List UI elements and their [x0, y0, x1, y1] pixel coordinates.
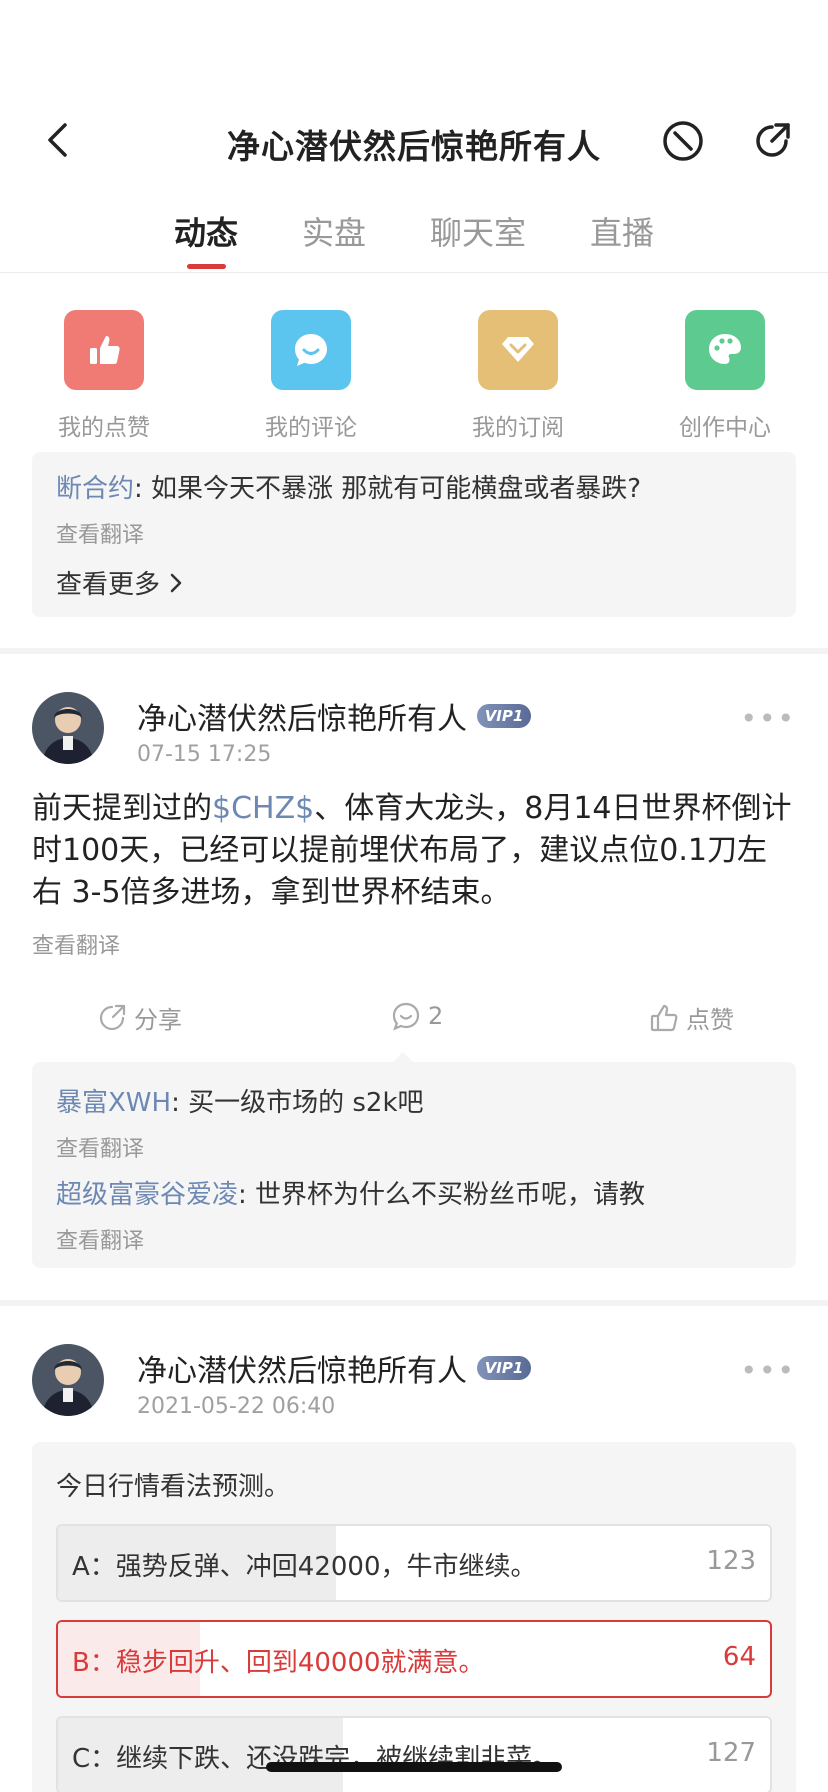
author-name[interactable]: 净心潜伏然后惊艳所有人	[137, 694, 467, 738]
poll-option-b[interactable]: B：稳步回升、回到40000就满意。 64	[56, 1620, 772, 1698]
translate-link[interactable]: 查看翻译	[32, 928, 120, 960]
more-options-icon[interactable]: •••	[740, 1354, 796, 1387]
tab-chatroom[interactable]: 聊天室	[430, 208, 526, 254]
my-subscriptions-label: 我的订阅	[472, 415, 564, 441]
share-button[interactable]	[749, 118, 795, 164]
like-action[interactable]: 点赞	[648, 1000, 734, 1035]
poll-option-count: 127	[706, 1738, 756, 1768]
comment-author[interactable]: 超级富豪谷爱凌	[56, 1180, 238, 1210]
comment-author[interactable]: 暴富XWH	[56, 1088, 171, 1118]
creator-center-button[interactable]: 创作中心	[655, 310, 795, 442]
avatar[interactable]	[32, 692, 104, 764]
thumbs-up-icon	[64, 310, 144, 390]
share-label: 分享	[134, 1006, 182, 1034]
view-more-label: 查看更多	[56, 570, 161, 600]
author-name[interactable]: 净心潜伏然后惊艳所有人	[137, 1346, 467, 1390]
thumbs-up-icon	[650, 1004, 678, 1031]
comment-box-arrow	[393, 1052, 413, 1062]
poll-option-count: 123	[706, 1546, 756, 1576]
post-header: 净心潜伏然后惊艳所有人 VIP1 2021-05-22 06:40 •••	[32, 1344, 796, 1424]
tab-live-trading[interactable]: 实盘	[302, 208, 366, 254]
more-options-icon[interactable]: •••	[740, 702, 796, 735]
poll-question: 今日行情看法预测。	[56, 1472, 291, 1502]
post-time: 07-15 17:25	[137, 742, 272, 767]
comment-action[interactable]: 2	[390, 1000, 443, 1032]
vip-badge: VIP1	[477, 704, 531, 728]
avatar[interactable]	[32, 1344, 104, 1416]
poll-card: 今日行情看法预测。 A：强势反弹、冲回42000，牛市继续。 123 B：稳步回…	[32, 1442, 796, 1792]
comment-box: 断合约: 如果今天不暴涨 那就有可能横盘或者暴跌? 查看翻译 查看更多	[32, 452, 796, 617]
poll-option-c[interactable]: C：继续下跌、还没跌完，被继续割韭菜。 127	[56, 1716, 772, 1792]
coin-link[interactable]: $CHZ$	[212, 791, 314, 826]
my-likes-label: 我的点赞	[58, 415, 150, 441]
comment-item: 暴富XWH: 买一级市场的 s2k吧 查看翻译	[56, 1082, 424, 1163]
section-divider	[0, 648, 828, 654]
vip-badge: VIP1	[477, 1356, 531, 1380]
divider	[0, 272, 828, 273]
subscribe-icon	[478, 310, 558, 390]
post-body: 前天提到过的$CHZ$、体育大龙头，8月14日世界杯倒计时100天，已经可以提前…	[32, 788, 796, 914]
my-subscriptions-button[interactable]: 我的订阅	[448, 310, 588, 442]
creator-center-label: 创作中心	[679, 415, 771, 441]
comment-icon	[392, 1002, 420, 1031]
tab-livestream[interactable]: 直播	[590, 208, 654, 254]
post-actions: 分享 2 点赞	[0, 1000, 828, 1050]
post-time: 2021-05-22 06:40	[137, 1394, 336, 1419]
quick-actions: 我的点赞 我的评论 我的订阅 创作中心	[0, 310, 828, 442]
share-action[interactable]: 分享	[96, 1000, 182, 1035]
translate-link[interactable]: 查看翻译	[56, 1131, 424, 1163]
comment-count: 2	[428, 1002, 444, 1030]
tab-bar: 动态 实盘 聊天室 直播	[0, 200, 828, 272]
my-comments-button[interactable]: 我的评论	[241, 310, 381, 442]
comment-icon	[271, 310, 351, 390]
tab-dynamics[interactable]: 动态	[174, 208, 238, 254]
share-icon	[756, 123, 790, 157]
view-more-link[interactable]: 查看更多	[56, 564, 186, 601]
active-tab-indicator	[187, 264, 226, 269]
translate-link[interactable]: 查看翻译	[56, 1223, 645, 1255]
comment-item: 断合约: 如果今天不暴涨 那就有可能横盘或者暴跌? 查看翻译	[56, 468, 641, 549]
post-header: 净心潜伏然后惊艳所有人 VIP1 07-15 17:25 •••	[32, 692, 796, 772]
block-button[interactable]	[660, 118, 706, 164]
my-likes-button[interactable]: 我的点赞	[34, 310, 174, 442]
poll-option-a[interactable]: A：强势反弹、冲回42000，牛市继续。 123	[56, 1524, 772, 1602]
comment-text: : 买一级市场的 s2k吧	[171, 1088, 424, 1118]
header: 净心潜伏然后惊艳所有人	[0, 100, 828, 180]
comment-text: : 世界杯为什么不买粉丝币呢，请教	[238, 1180, 646, 1210]
comment-text: : 如果今天不暴涨 那就有可能横盘或者暴跌?	[134, 474, 642, 504]
translate-link[interactable]: 查看翻译	[56, 517, 641, 549]
comment-author[interactable]: 断合约	[56, 474, 134, 504]
comment-box: 暴富XWH: 买一级市场的 s2k吧 查看翻译 超级富豪谷爱凌: 世界杯为什么不…	[32, 1062, 796, 1268]
section-divider	[0, 1300, 828, 1306]
my-comments-label: 我的评论	[265, 415, 357, 441]
block-icon	[663, 121, 703, 161]
home-indicator[interactable]	[266, 1762, 562, 1772]
poll-option-text: B：稳步回升、回到40000就满意。	[72, 1648, 485, 1678]
chevron-right-icon	[170, 573, 182, 592]
poll-option-text: A：强势反弹、冲回42000，牛市继续。	[72, 1552, 537, 1582]
post-text: 前天提到过的	[32, 791, 212, 826]
like-label: 点赞	[686, 1006, 734, 1034]
share-icon	[99, 1004, 126, 1030]
comment-item: 超级富豪谷爱凌: 世界杯为什么不买粉丝币呢，请教 查看翻译	[56, 1174, 645, 1255]
palette-icon	[685, 310, 765, 390]
poll-option-count: 64	[722, 1642, 756, 1672]
